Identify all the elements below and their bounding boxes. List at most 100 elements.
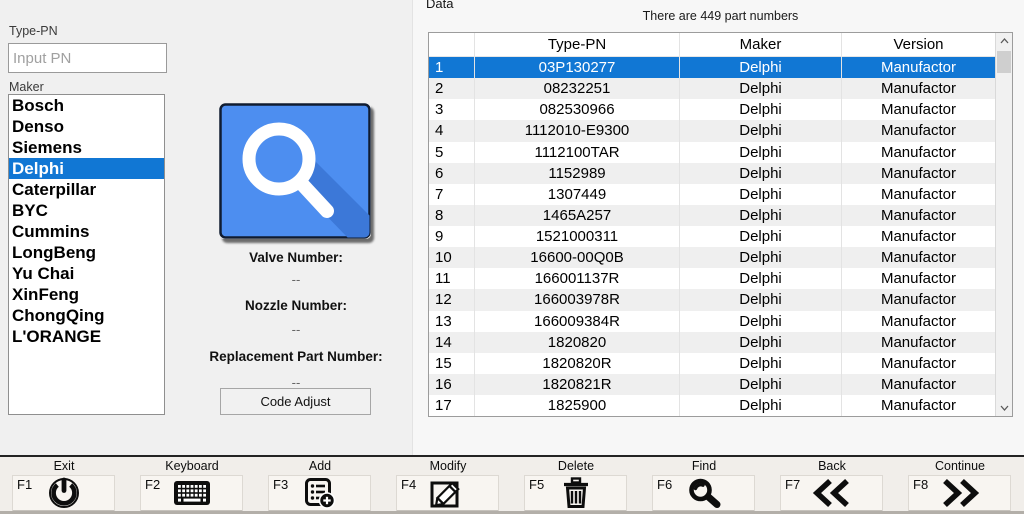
cell-type_pn: 1521000311 — [475, 226, 680, 247]
cell-version: Manufactor — [842, 163, 995, 184]
table-scrollbar[interactable] — [995, 33, 1012, 416]
table-body: 103P130277DelphiManufactor208232251Delph… — [429, 57, 995, 416]
back-button[interactable]: F7 — [780, 475, 883, 512]
maker-item[interactable]: Delphi — [9, 158, 164, 179]
table-row[interactable]: 208232251DelphiManufactor — [429, 78, 995, 99]
function-label: Delete — [512, 459, 640, 473]
cell-type_pn: 1465A257 — [475, 205, 680, 226]
cell-maker: Delphi — [680, 247, 842, 268]
code-adjust-button[interactable]: Code Adjust — [220, 388, 371, 415]
table-row[interactable]: 1016600-00Q0BDelphiManufactor — [429, 247, 995, 268]
table-header-row: Type-PNMakerVersion — [429, 33, 995, 57]
function-cell-exit: ExitF1 — [0, 457, 128, 514]
table-row[interactable]: 71307449DelphiManufactor — [429, 184, 995, 205]
table-row[interactable]: 161820821RDelphiManufactor — [429, 374, 995, 395]
table-row[interactable]: 103P130277DelphiManufactor — [429, 57, 995, 78]
cell-maker: Delphi — [680, 163, 842, 184]
replacement-part-number-label: Replacement Part Number: — [201, 349, 391, 364]
type-pn-label: Type-PN — [9, 24, 58, 38]
maker-item[interactable]: LongBeng — [9, 242, 164, 263]
cell-num: 9 — [429, 226, 475, 247]
parts-table: Type-PNMakerVersion 103P130277DelphiManu… — [428, 32, 1013, 417]
maker-item[interactable]: L'ORANGE — [9, 326, 164, 347]
cell-num: 10 — [429, 247, 475, 268]
cell-type_pn: 1112010-E9300 — [475, 120, 680, 141]
maker-item[interactable]: Caterpillar — [9, 179, 164, 200]
table-row[interactable]: 41112010-E9300DelphiManufactor — [429, 120, 995, 141]
cell-version: Manufactor — [842, 395, 995, 416]
cell-version: Manufactor — [842, 247, 995, 268]
table-row[interactable]: 51112100TARDelphiManufactor — [429, 142, 995, 163]
cell-num: 13 — [429, 311, 475, 332]
add-list-icon — [269, 476, 370, 510]
cell-version: Manufactor — [842, 120, 995, 141]
cell-maker: Delphi — [680, 332, 842, 353]
column-header — [429, 33, 475, 56]
table-row[interactable]: 61152989DelphiManufactor — [429, 163, 995, 184]
table-row[interactable]: 81465A257DelphiManufactor — [429, 205, 995, 226]
cell-num: 4 — [429, 120, 475, 141]
cell-type_pn: 1820820 — [475, 332, 680, 353]
scrollbar-thumb[interactable] — [997, 51, 1011, 73]
add-button[interactable]: F3 — [268, 475, 371, 512]
cell-num: 5 — [429, 142, 475, 163]
valve-number-value: -- — [201, 272, 391, 287]
exit-button[interactable]: F1 — [12, 475, 115, 512]
maker-item[interactable]: Siemens — [9, 137, 164, 158]
cell-version: Manufactor — [842, 374, 995, 395]
table-row[interactable]: 171825900DelphiManufactor — [429, 395, 995, 416]
cell-maker: Delphi — [680, 142, 842, 163]
data-panel: Data There are 449 part numbers Type-PNM… — [412, 0, 1024, 455]
table-row[interactable]: 3082530966DelphiManufactor — [429, 99, 995, 120]
find-button[interactable]: F6 — [652, 475, 755, 512]
function-label: Continue — [896, 459, 1024, 473]
nozzle-number-value: -- — [201, 322, 391, 337]
cell-maker: Delphi — [680, 120, 842, 141]
function-cell-modify: ModifyF4 — [384, 457, 512, 514]
maker-listbox[interactable]: BoschDensoSiemensDelphiCaterpillarBYCCum… — [8, 94, 165, 415]
cell-type_pn: 1825900 — [475, 395, 680, 416]
table-row[interactable]: 141820820DelphiManufactor — [429, 332, 995, 353]
cell-maker: Delphi — [680, 78, 842, 99]
function-cell-keyboard: KeyboardF2 — [128, 457, 256, 514]
table-row[interactable]: 151820820RDelphiManufactor — [429, 353, 995, 374]
table-row[interactable]: 12166003978RDelphiManufactor — [429, 289, 995, 310]
continue-button[interactable]: F8 — [908, 475, 1011, 512]
keyboard-button[interactable]: F2 — [140, 475, 243, 512]
modify-button[interactable]: F4 — [396, 475, 499, 512]
parts-lookup-window: Type-PN Maker BoschDensoSiemensDelphiCat… — [0, 0, 1024, 514]
cell-version: Manufactor — [842, 268, 995, 289]
cell-version: Manufactor — [842, 353, 995, 374]
maker-item[interactable]: BYC — [9, 200, 164, 221]
function-cell-find: FindF6 — [640, 457, 768, 514]
cell-version: Manufactor — [842, 78, 995, 99]
cell-maker: Delphi — [680, 205, 842, 226]
cell-type_pn: 1820820R — [475, 353, 680, 374]
scroll-down-icon[interactable] — [996, 400, 1012, 416]
table-row[interactable]: 91521000311DelphiManufactor — [429, 226, 995, 247]
cell-version: Manufactor — [842, 311, 995, 332]
scroll-up-icon[interactable] — [996, 33, 1012, 49]
part-number-input[interactable] — [8, 43, 167, 73]
keyboard-icon — [141, 476, 242, 510]
maker-item[interactable]: ChongQing — [9, 305, 164, 326]
table-row[interactable]: 13166009384RDelphiManufactor — [429, 311, 995, 332]
cell-num: 11 — [429, 268, 475, 289]
maker-item[interactable]: Yu Chai — [9, 263, 164, 284]
cell-version: Manufactor — [842, 332, 995, 353]
maker-item[interactable]: XinFeng — [9, 284, 164, 305]
delete-button[interactable]: F5 — [524, 475, 627, 512]
maker-item[interactable]: Denso — [9, 116, 164, 137]
search-button[interactable] — [219, 103, 371, 239]
cell-num: 16 — [429, 374, 475, 395]
maker-item[interactable]: Bosch — [9, 95, 164, 116]
cell-type_pn: 08232251 — [475, 78, 680, 99]
cell-version: Manufactor — [842, 142, 995, 163]
function-label: Add — [256, 459, 384, 473]
scrollbar-track[interactable] — [996, 49, 1012, 400]
cell-version: Manufactor — [842, 99, 995, 120]
maker-item[interactable]: Cummins — [9, 221, 164, 242]
column-header: Type-PN — [475, 33, 680, 56]
cell-maker: Delphi — [680, 353, 842, 374]
table-row[interactable]: 11166001137RDelphiManufactor — [429, 268, 995, 289]
